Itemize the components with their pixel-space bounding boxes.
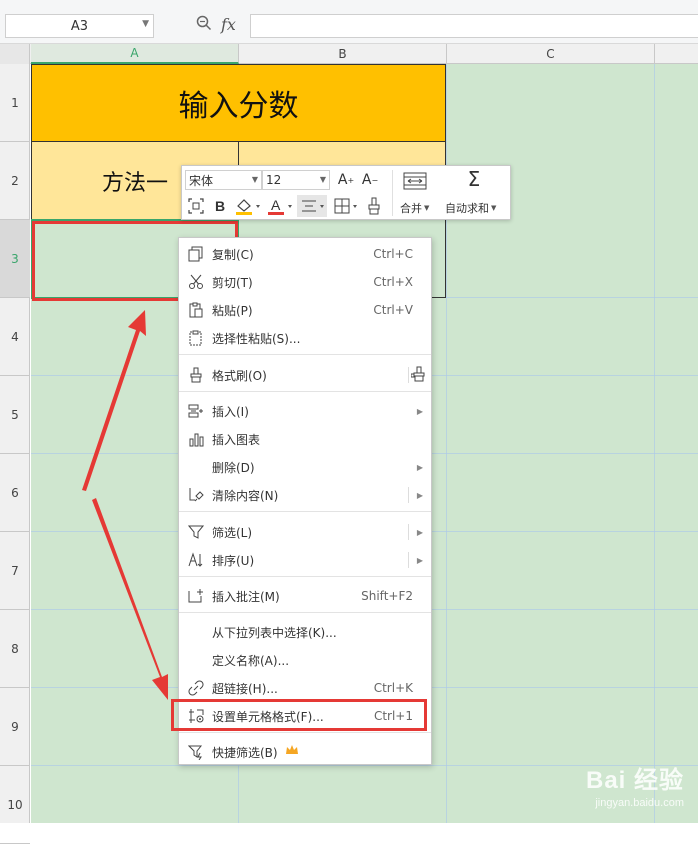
submenu-arrow-icon: ▶: [416, 462, 423, 472]
link-icon: [187, 679, 205, 697]
chevron-down-icon: ▼: [251, 175, 258, 184]
menu-item-define-name[interactable]: 定义名称(A)...: [179, 646, 431, 674]
decrease-font-icon[interactable]: A −: [360, 169, 380, 191]
paste-icon: [187, 301, 205, 319]
submenu-arrow-icon[interactable]: ▶: [417, 528, 423, 537]
menu-item-label: 格式刷(O): [212, 368, 267, 383]
submenu-arrow-icon[interactable]: ▶: [417, 556, 423, 565]
arrow-up-icon: [82, 310, 146, 491]
menu-item-quick-filter[interactable]: 快捷筛选(B): [179, 738, 431, 766]
menu-item-shortcut: Shift+F2: [361, 589, 413, 603]
merge-button[interactable]: 合并 ▼: [400, 200, 429, 216]
menu-item-label: 复制(C): [212, 247, 254, 262]
menu-item-label: 插入批注(M): [212, 589, 280, 604]
copy-icon: [187, 245, 205, 263]
comment-icon: [187, 587, 205, 605]
font-name-value: 宋体: [189, 173, 214, 188]
menu-item-label: 删除(D): [212, 460, 255, 475]
menu-item-shortcut: Ctrl+X: [373, 275, 413, 289]
svg-text:A: A: [271, 197, 281, 213]
menu-item-pick-from-list[interactable]: 从下拉列表中选择(K)...: [179, 618, 431, 646]
bold-button[interactable]: B: [210, 195, 230, 217]
scissors-icon: [187, 273, 205, 291]
insert-icon: [187, 402, 205, 420]
format-brush-icon: [187, 366, 205, 384]
eraser-icon: [187, 486, 205, 504]
menu-item-insert[interactable]: 插入(I) ▶: [179, 397, 431, 425]
menu-item-filter[interactable]: 筛选(L) ▶: [179, 518, 431, 546]
chevron-down-icon: ▼: [319, 175, 326, 184]
menu-item-label: 插入图表: [212, 432, 261, 447]
increase-font-icon[interactable]: A +: [336, 169, 356, 191]
menu-item-insert-chart[interactable]: 插入图表: [179, 425, 431, 453]
crown-icon: [285, 744, 299, 759]
menu-item-cut[interactable]: 剪切(T) Ctrl+X: [179, 268, 431, 296]
font-color-icon[interactable]: A: [266, 195, 294, 217]
select-range-icon[interactable]: [185, 195, 207, 217]
format-brush-icon[interactable]: [364, 195, 384, 217]
menu-item-hyperlink[interactable]: 超链接(H)... Ctrl+K: [179, 674, 431, 702]
mini-toolbar: 宋体 ▼ 12 ▼ A + A − B A 合并 ▼ Σ 自动求和 ▼: [181, 165, 511, 220]
menu-item-label: 定义名称(A)...: [212, 653, 290, 668]
menu-item-insert-comment[interactable]: 插入批注(M) Shift+F2: [179, 582, 431, 610]
annotation-box-format-cells: [171, 699, 427, 731]
sum-icon[interactable]: Σ: [462, 167, 486, 191]
autosum-label: 自动求和: [445, 202, 489, 215]
menu-item-paste[interactable]: 粘贴(P) Ctrl+V: [179, 296, 431, 324]
chart-icon: [187, 430, 205, 448]
filter-icon: [187, 523, 205, 541]
submenu-arrow-icon: ▶: [416, 406, 423, 416]
menu-item-label: 粘贴(P): [212, 303, 253, 318]
menu-item-format-brush[interactable]: 格式刷(O): [179, 361, 431, 389]
menu-item-shortcut: Ctrl+C: [373, 247, 413, 261]
menu-item-clear-contents[interactable]: 清除内容(N) ▶: [179, 481, 431, 509]
menu-item-delete[interactable]: 删除(D) ▶: [179, 453, 431, 481]
format-brush-multi-icon[interactable]: [410, 366, 427, 385]
menu-item-label: 筛选(L): [212, 525, 253, 540]
menu-item-label: 剪切(T): [212, 275, 253, 290]
menu-item-label: 超链接(H)...: [212, 681, 278, 696]
menu-item-label: 清除内容(N): [212, 488, 279, 503]
font-name-select[interactable]: 宋体 ▼: [185, 170, 262, 190]
menu-item-label: 从下拉列表中选择(K)...: [212, 625, 337, 640]
font-size-value: 12: [266, 173, 282, 187]
menu-item-label: 选择性粘贴(S)...: [212, 331, 301, 346]
arrow-down-icon: [92, 498, 168, 700]
merge-label: 合并: [400, 202, 422, 215]
menu-item-label: 插入(I): [212, 404, 249, 419]
menu-item-sort[interactable]: 排序(U) ▶: [179, 546, 431, 574]
merge-icon[interactable]: [402, 170, 428, 192]
font-size-select[interactable]: 12 ▼: [262, 170, 330, 190]
borders-icon[interactable]: [332, 195, 360, 217]
toolbar-separator: [392, 170, 393, 216]
fill-color-icon[interactable]: [234, 195, 262, 217]
autosum-button[interactable]: 自动求和 ▼: [445, 200, 496, 216]
menu-item-label: 快捷筛选(B): [212, 745, 278, 760]
submenu-arrow-icon[interactable]: ▶: [417, 491, 423, 500]
context-menu: 复制(C) Ctrl+C 剪切(T) Ctrl+X 粘贴(P) Ctrl+V 选…: [178, 237, 432, 765]
quick-filter-icon: [187, 743, 205, 761]
menu-item-label: 排序(U): [212, 553, 255, 568]
paste-special-icon: [187, 329, 205, 347]
menu-item-shortcut: Ctrl+V: [373, 303, 413, 317]
menu-item-paste-special[interactable]: 选择性粘贴(S)...: [179, 324, 431, 352]
menu-item-copy[interactable]: 复制(C) Ctrl+C: [179, 240, 431, 268]
menu-item-shortcut: Ctrl+K: [373, 681, 413, 695]
sort-icon: [187, 551, 205, 569]
align-center-icon[interactable]: [297, 195, 327, 217]
